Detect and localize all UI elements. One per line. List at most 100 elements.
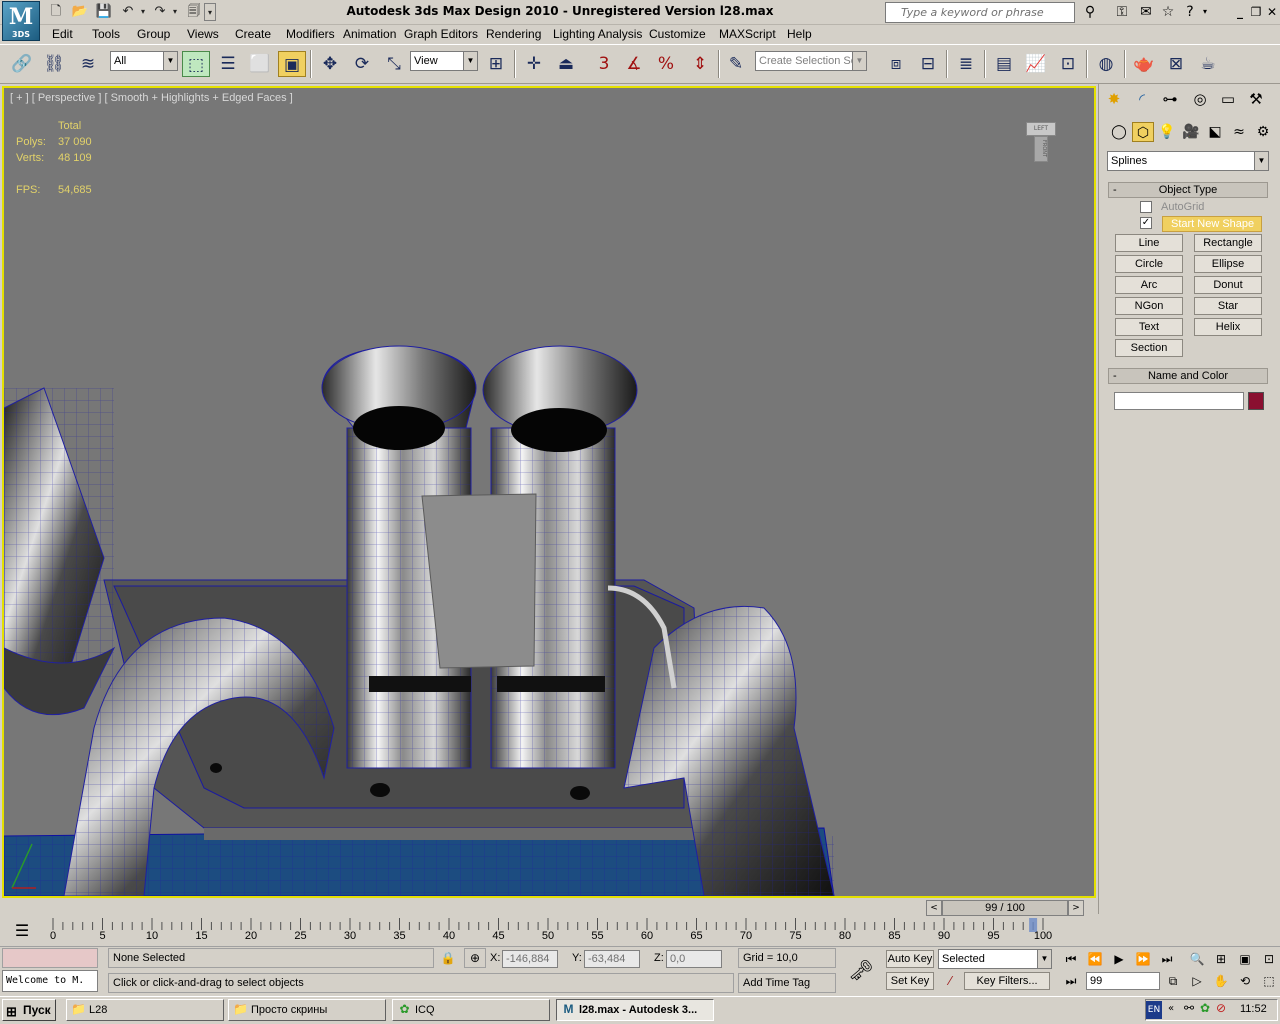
snaps-toggle-icon[interactable]: 3 bbox=[590, 51, 618, 77]
section-button[interactable]: Section bbox=[1115, 339, 1183, 357]
unlink-selection-icon[interactable]: ⛓ bbox=[40, 51, 68, 77]
help-icon[interactable]: ? bbox=[1180, 3, 1200, 21]
hierarchy-tab-icon[interactable]: ⊶ bbox=[1158, 88, 1182, 110]
render-production-icon[interactable]: ☕ bbox=[1194, 51, 1222, 77]
tray-expand-icon[interactable]: « bbox=[1168, 1003, 1182, 1014]
task-3dsmax[interactable]: Ml28.max - Autodesk 3... bbox=[556, 999, 714, 1021]
line-button[interactable]: Line bbox=[1115, 234, 1183, 252]
viewcube-front-face[interactable]: FRONT bbox=[1034, 136, 1048, 162]
utilities-tab-icon[interactable]: ⚒ bbox=[1244, 88, 1268, 110]
subscription-key-icon[interactable]: ⚿ bbox=[1112, 3, 1132, 21]
select-and-manipulate-icon[interactable]: ✛ bbox=[520, 51, 548, 77]
go-to-end-icon[interactable]: ⏭ bbox=[1156, 950, 1178, 968]
text-button[interactable]: Text bbox=[1115, 318, 1183, 336]
edit-named-selection-icon[interactable]: ✎ bbox=[722, 51, 750, 77]
minimize-icon[interactable]: _ bbox=[1232, 4, 1248, 20]
cameras-category-icon[interactable]: 🎥 bbox=[1180, 122, 1202, 142]
previous-frame-button-icon[interactable]: ⏪ bbox=[1084, 950, 1106, 968]
modify-tab-icon[interactable]: ◜ bbox=[1130, 88, 1154, 110]
menu-help[interactable]: Help bbox=[787, 27, 812, 41]
pan-view-icon[interactable]: ✋ bbox=[1210, 972, 1232, 990]
x-coordinate-field[interactable]: -146,884 bbox=[502, 950, 558, 968]
menu-customize[interactable]: Customize bbox=[649, 27, 706, 41]
circle-button[interactable]: Circle bbox=[1115, 255, 1183, 273]
key-filters-button[interactable]: Key Filters... bbox=[964, 972, 1050, 990]
add-time-tag-button[interactable]: Add Time Tag bbox=[738, 973, 836, 993]
menu-views[interactable]: Views bbox=[187, 27, 219, 41]
object-name-input[interactable] bbox=[1114, 392, 1244, 410]
keyboard-shortcut-override-icon[interactable]: ⏏ bbox=[552, 51, 580, 77]
project-folder-icon[interactable]: 🗐 bbox=[184, 3, 204, 21]
redo-icon[interactable]: ↷ bbox=[150, 3, 170, 21]
geometry-category-icon[interactable]: ◯ bbox=[1108, 122, 1130, 142]
select-object-icon[interactable]: ⬚ bbox=[182, 51, 210, 77]
viewport-label-menu[interactable]: [ + ] [ Perspective ] [ Smooth + Highlig… bbox=[10, 92, 293, 104]
current-frame-spinner[interactable]: 99 bbox=[1086, 972, 1160, 990]
selection-filter-dropdown[interactable]: All ▼ bbox=[110, 51, 178, 71]
angle-snap-icon[interactable]: ∡ bbox=[620, 51, 648, 77]
helpers-category-icon[interactable]: ⬕ bbox=[1204, 122, 1226, 142]
quick-access-dropdown-icon[interactable]: ▾ bbox=[204, 3, 216, 21]
zoom-extents-icon[interactable]: ▣ bbox=[1234, 950, 1256, 968]
window-crossing-icon[interactable]: ▣ bbox=[278, 51, 306, 77]
percent-snap-icon[interactable]: % bbox=[652, 51, 680, 77]
rectangle-button[interactable]: Rectangle bbox=[1194, 234, 1262, 252]
start-new-shape-button[interactable]: Start New Shape bbox=[1162, 216, 1262, 232]
mirror-icon[interactable]: ⧈ bbox=[882, 51, 910, 77]
viewcube[interactable]: LEFT FRONT bbox=[1026, 122, 1056, 162]
systems-category-icon[interactable]: ⚙ bbox=[1252, 122, 1274, 142]
set-key-icon[interactable]: 🗝 bbox=[840, 950, 882, 990]
menu-tools[interactable]: Tools bbox=[92, 27, 120, 41]
task-l28[interactable]: 📁 L28 bbox=[66, 999, 224, 1021]
ngon-button[interactable]: NGon bbox=[1115, 297, 1183, 315]
align-icon[interactable]: ⊟ bbox=[914, 51, 942, 77]
undo-icon[interactable]: ↶ bbox=[118, 3, 138, 21]
save-file-icon[interactable]: 💾 bbox=[94, 3, 114, 21]
object-type-rollout-header[interactable]: - Object Type bbox=[1108, 182, 1268, 198]
communication-center-icon[interactable]: ✉ bbox=[1136, 3, 1156, 21]
start-new-shape-checkbox[interactable]: ✓ bbox=[1140, 217, 1152, 229]
new-file-icon[interactable]: 🗋 bbox=[46, 3, 66, 21]
select-and-move-icon[interactable]: ✥ bbox=[316, 51, 344, 77]
auto-key-button[interactable]: Auto Key bbox=[886, 950, 934, 968]
schematic-view-icon[interactable]: ⊡ bbox=[1054, 51, 1082, 77]
menu-maxscript[interactable]: MAXScript bbox=[719, 27, 776, 41]
time-configuration-icon[interactable]: ⧉ bbox=[1162, 972, 1184, 990]
previous-frame-icon[interactable]: < bbox=[926, 900, 942, 916]
curve-editor-icon[interactable]: 📈 bbox=[1022, 51, 1050, 77]
key-mode-dropdown[interactable]: Selected ▼ bbox=[938, 949, 1052, 969]
binoculars-icon[interactable]: ⚲ bbox=[1080, 3, 1100, 21]
task-screenshots-folder[interactable]: 📁 Просто скрины bbox=[228, 999, 386, 1021]
menu-edit[interactable]: Edit bbox=[52, 27, 73, 41]
lights-category-icon[interactable]: 💡 bbox=[1156, 122, 1178, 142]
select-and-link-icon[interactable]: 🔗 bbox=[8, 51, 36, 77]
menu-modifiers[interactable]: Modifiers bbox=[286, 27, 335, 41]
object-color-swatch[interactable] bbox=[1248, 392, 1264, 410]
go-to-start-icon[interactable]: ⏮ bbox=[1060, 950, 1082, 968]
render-setup-icon[interactable]: 🫖 bbox=[1130, 51, 1158, 77]
donut-button[interactable]: Donut bbox=[1194, 276, 1262, 294]
graphite-ribbon-icon[interactable]: ▤ bbox=[990, 51, 1018, 77]
redo-dropdown-icon[interactable]: ▾ bbox=[170, 3, 180, 21]
shape-category-dropdown[interactable]: Splines ▼ bbox=[1107, 151, 1269, 171]
named-selection-set-input[interactable]: Create Selection Se ▼ bbox=[755, 51, 867, 71]
next-frame-button-icon[interactable]: ⏩ bbox=[1132, 950, 1154, 968]
open-mini-curve-editor-icon[interactable]: ☰ bbox=[8, 920, 36, 942]
menu-lighting-analysis[interactable]: Lighting Analysis bbox=[553, 27, 642, 41]
select-by-name-icon[interactable]: ☰ bbox=[214, 51, 242, 77]
orbit-icon[interactable]: ⟲ bbox=[1234, 972, 1256, 990]
rendered-frame-window-icon[interactable]: ⊠ bbox=[1162, 51, 1190, 77]
pivot-point-center-icon[interactable]: ⊞ bbox=[482, 51, 510, 77]
select-and-rotate-icon[interactable]: ⟳ bbox=[348, 51, 376, 77]
rectangular-selection-icon[interactable]: ⬜ bbox=[246, 51, 274, 77]
maxscript-mini-listener-pink[interactable] bbox=[2, 948, 98, 968]
menu-rendering[interactable]: Rendering bbox=[486, 27, 541, 41]
menu-graph-editors[interactable]: Graph Editors bbox=[404, 27, 478, 41]
field-of-view-icon[interactable]: ▷ bbox=[1186, 972, 1208, 990]
z-coordinate-field[interactable]: 0,0 bbox=[666, 950, 722, 968]
key-mode-toggle-icon[interactable]: ⏭ bbox=[1060, 972, 1082, 990]
maxscript-mini-listener[interactable]: Welcome to M. bbox=[2, 970, 98, 992]
app-logo-button[interactable]: M 3DS bbox=[2, 1, 40, 41]
restore-icon[interactable]: ❐ bbox=[1248, 4, 1264, 20]
maximize-viewport-icon[interactable]: ⬚ bbox=[1258, 972, 1280, 990]
